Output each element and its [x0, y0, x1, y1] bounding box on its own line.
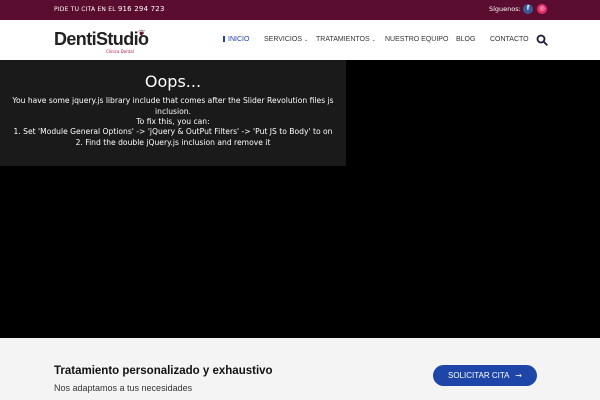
nav-label: INICIO	[228, 36, 250, 43]
nav-item-contacto[interactable]: CONTACTO	[490, 36, 529, 43]
instagram-icon[interactable]: ◎	[537, 4, 547, 14]
logo-wordmark: DentiStudio	[54, 29, 149, 49]
hero-slider: Oops... You have some jquery.js library …	[0, 60, 600, 338]
nav-item-servicios[interactable]: SERVICIOS ⌄	[264, 36, 308, 43]
nav-item-blog[interactable]: BLOG	[456, 36, 475, 43]
site-logo[interactable]: DentiStudio ❦ Clínica Dental	[54, 29, 154, 54]
nav-label: SERVICIOS	[264, 36, 302, 43]
nav-label: BLOG	[456, 36, 476, 43]
site-header: DentiStudio ❦ Clínica Dental INICIO SERV…	[0, 20, 600, 60]
phone-number[interactable]: 916 294 723	[118, 5, 165, 13]
phone-label: PIDE TU CITA EN EL	[54, 6, 116, 13]
active-indicator	[223, 36, 225, 42]
error-step-2: 2. Find the double jQuery.js inclusion a…	[75, 138, 271, 147]
follow-label: Síguenos:	[489, 5, 521, 13]
arrow-right-icon: ➞	[515, 371, 522, 380]
nav-item-tratamientos[interactable]: TRATAMIENTOS ⌄	[316, 36, 376, 43]
nav-label: NUESTRO EQUIPO	[385, 36, 449, 43]
button-label: SOLICITAR CITA	[448, 371, 510, 380]
nav-label: TRATAMIENTOS	[316, 36, 370, 43]
top-bar: PIDE TU CITA EN EL 916 294 723 Síguenos:…	[0, 0, 600, 20]
nav-item-inicio[interactable]: INICIO	[223, 36, 249, 43]
chevron-down-icon: ⌄	[371, 37, 376, 43]
error-title: Oops...	[144, 72, 202, 91]
facebook-icon[interactable]: f	[523, 4, 533, 14]
request-appointment-button[interactable]: SOLICITAR CITA ➞	[433, 365, 537, 386]
tooth-icon: ❦	[138, 29, 146, 39]
error-fix-intro: To fix this, you can:	[136, 117, 210, 126]
search-icon[interactable]	[536, 34, 548, 46]
error-step-1: 1. Set 'Module General Options' -> 'jQue…	[13, 127, 333, 136]
logo-subtitle: Clínica Dental	[106, 49, 134, 54]
chevron-down-icon: ⌄	[303, 37, 309, 43]
slider-error-box: Oops... You have some jquery.js library …	[0, 60, 346, 166]
cta-section: Tratamiento personalizado y exhaustivo N…	[0, 338, 600, 400]
cta-heading: Tratamiento personalizado y exhaustivo	[54, 365, 273, 377]
error-message: You have some jquery.js library include …	[12, 96, 334, 116]
cta-subheading: Nos adaptamos a tus necesidades	[54, 383, 193, 393]
appointment-phone[interactable]: PIDE TU CITA EN EL 916 294 723	[54, 5, 165, 13]
nav-item-nuestro-equipo[interactable]: NUESTRO EQUIPO	[385, 36, 448, 43]
nav-label: CONTACTO	[490, 36, 529, 43]
